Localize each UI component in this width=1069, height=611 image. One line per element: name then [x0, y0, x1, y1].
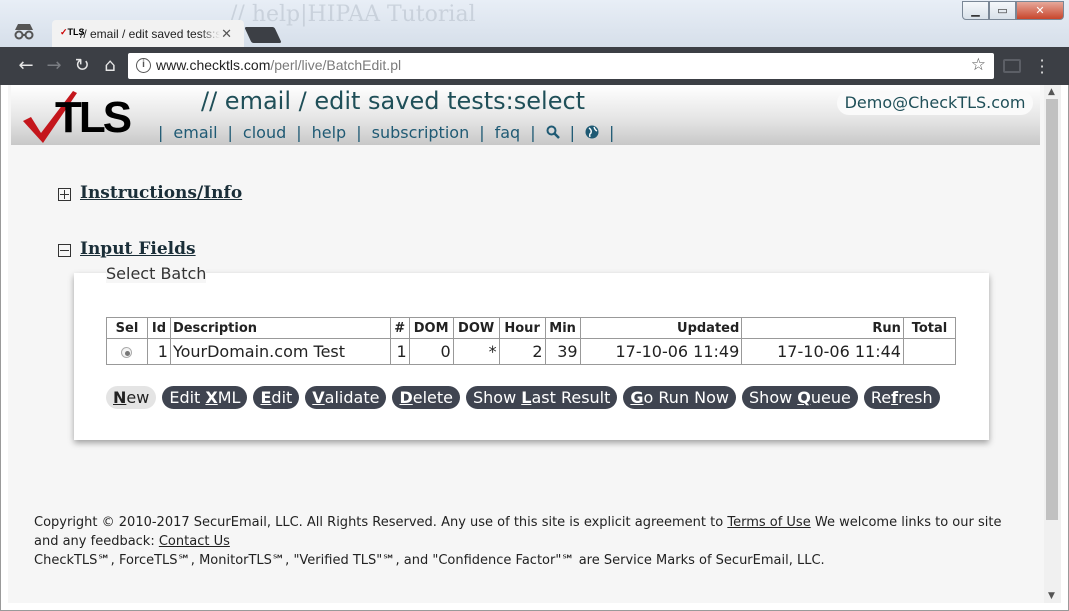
new-button[interactable]: New: [106, 386, 157, 409]
show-queue-button[interactable]: Show Queue: [742, 386, 858, 409]
browser-menu-icon[interactable]: · · ·: [1037, 53, 1047, 81]
table-header-row: Sel Id Description # DOM DOW Hour Min Up…: [106, 317, 957, 339]
row-hour: 2: [498, 338, 546, 365]
scrollbar-thumb[interactable]: [1046, 99, 1058, 520]
col-updated: Updated: [579, 317, 743, 339]
expand-icon[interactable]: [58, 188, 71, 201]
browser-tab[interactable]: ✓TLS // email / edit saved tests:select …: [52, 20, 244, 47]
input-fields-heading[interactable]: Input Fields: [80, 239, 196, 259]
nav-separator: |: [158, 123, 164, 142]
url-host: www.checktls.com: [156, 57, 271, 73]
scroll-up-arrow-icon[interactable]: ▲: [1048, 87, 1055, 97]
page-scrollbar[interactable]: ▲ ▼: [1044, 85, 1061, 603]
row-total: [902, 338, 957, 365]
row-description: YourDomain.com Test: [169, 338, 391, 365]
incognito-icon: [14, 24, 34, 40]
nav-separator: |: [530, 123, 536, 142]
account-badge[interactable]: Demo@CheckTLS.com: [837, 91, 1033, 115]
collapse-icon[interactable]: [58, 244, 71, 257]
col-hour: Hour: [498, 317, 546, 339]
row-updated: 17-10-06 11:49: [579, 338, 743, 365]
site-info-icon[interactable]: i: [136, 58, 151, 73]
col-total: Total: [902, 317, 957, 339]
address-bar[interactable]: i www.checktls.com/perl/live/BatchEdit.p…: [128, 53, 994, 79]
nav-separator: |: [227, 123, 233, 142]
cast-icon[interactable]: [1003, 59, 1021, 73]
edit-button[interactable]: Edit: [253, 386, 300, 409]
background-window-title: // help|HIPAA Tutorial: [230, 2, 476, 27]
col-dow: DOW: [452, 317, 500, 339]
row-dow: *: [452, 338, 500, 365]
tab-title: // email / edit saved tests:select: [80, 27, 220, 41]
home-icon[interactable]: ⌂: [100, 56, 120, 76]
validate-button[interactable]: Validate: [305, 386, 387, 409]
back-arrow-icon[interactable]: ←: [16, 56, 36, 76]
forward-arrow-icon[interactable]: →: [44, 56, 64, 76]
nav-link-email[interactable]: email: [173, 123, 217, 142]
show-last-result-button[interactable]: Show Last Result: [465, 386, 618, 409]
nav-separator: |: [569, 123, 575, 142]
reload-icon[interactable]: ↻: [72, 56, 92, 76]
go-run-now-button[interactable]: Go Run Now: [623, 386, 737, 409]
copyright-text: Copyright © 2010-2017 SecurEmail, LLC. A…: [34, 515, 728, 530]
page-footer: Copyright © 2010-2017 SecurEmail, LLC. A…: [34, 513, 1014, 570]
panel-legend: Select Batch: [106, 264, 207, 283]
nav-separator: |: [479, 123, 485, 142]
edit-xml-button[interactable]: Edit XML: [162, 386, 248, 409]
nav-separator: |: [296, 123, 302, 142]
nav-link-cloud[interactable]: cloud: [243, 123, 286, 142]
maximize-button[interactable]: ▭: [989, 1, 1016, 20]
col-count: #: [389, 317, 410, 339]
page-title: // email / edit saved tests:select: [201, 87, 586, 115]
row-dom: 0: [408, 338, 454, 365]
minimize-button[interactable]: ▁: [962, 1, 989, 20]
table-row[interactable]: 1 YourDomain.com Test 1 0 * 2 39 17-10-0…: [106, 338, 957, 365]
nav-separator: |: [608, 123, 615, 142]
globe-icon[interactable]: [585, 125, 599, 139]
row-count: 1: [389, 338, 410, 365]
row-min: 39: [544, 338, 581, 365]
action-buttons: New Edit XML Edit Validate Delete Show L…: [106, 386, 946, 409]
bookmark-star-icon[interactable]: ☆: [971, 55, 986, 75]
nav-link-faq[interactable]: faq: [495, 123, 521, 142]
scroll-down-arrow-icon[interactable]: ▼: [1048, 591, 1055, 601]
col-run: Run: [741, 317, 904, 339]
col-min: Min: [544, 317, 581, 339]
instructions-heading[interactable]: Instructions/Info: [80, 183, 242, 203]
service-marks-text: CheckTLS℠, ForceTLS℠, MonitorTLS℠, "Veri…: [34, 553, 825, 568]
close-window-button[interactable]: ✕: [1016, 1, 1064, 20]
nav-link-subscription[interactable]: subscription: [372, 123, 470, 142]
col-description: Description: [169, 317, 391, 339]
url-text: www.checktls.com/perl/live/BatchEdit.pl: [156, 57, 401, 73]
delete-button[interactable]: Delete: [392, 386, 460, 409]
refresh-button[interactable]: Refresh: [863, 386, 940, 409]
col-sel: Sel: [106, 317, 148, 339]
col-id: Id: [146, 317, 171, 339]
window-controls: ▁ ▭ ✕: [962, 1, 1064, 20]
new-tab-button[interactable]: [244, 27, 282, 43]
search-icon[interactable]: [546, 125, 560, 139]
checktls-logo[interactable]: TLS: [21, 87, 132, 145]
site-header: TLS // email / edit saved tests:select |…: [11, 85, 1040, 145]
terms-of-use-link[interactable]: Terms of Use: [727, 515, 810, 530]
page-content: TLS // email / edit saved tests:select |…: [8, 85, 1044, 603]
nav-link-help[interactable]: help: [312, 123, 347, 142]
nav-separator: |: [356, 123, 362, 142]
row-select-radio[interactable]: [121, 347, 133, 358]
title-bar: // help|HIPAA Tutorial ✓TLS // email / e…: [0, 0, 1069, 47]
batch-table: Sel Id Description # DOM DOW Hour Min Up…: [106, 317, 957, 365]
row-run: 17-10-06 11:44: [741, 338, 904, 365]
row-id: 1: [146, 338, 171, 365]
logo-text: TLS: [55, 93, 132, 142]
contact-us-link[interactable]: Contact Us: [159, 534, 230, 549]
main-nav: | email | cloud | help | subscription | faq | | |: [148, 123, 624, 142]
url-path: /perl/live/BatchEdit.pl: [270, 57, 402, 73]
col-dom: DOM: [408, 317, 454, 339]
row-select-cell: [106, 338, 148, 365]
close-tab-icon[interactable]: ✕: [221, 26, 232, 42]
